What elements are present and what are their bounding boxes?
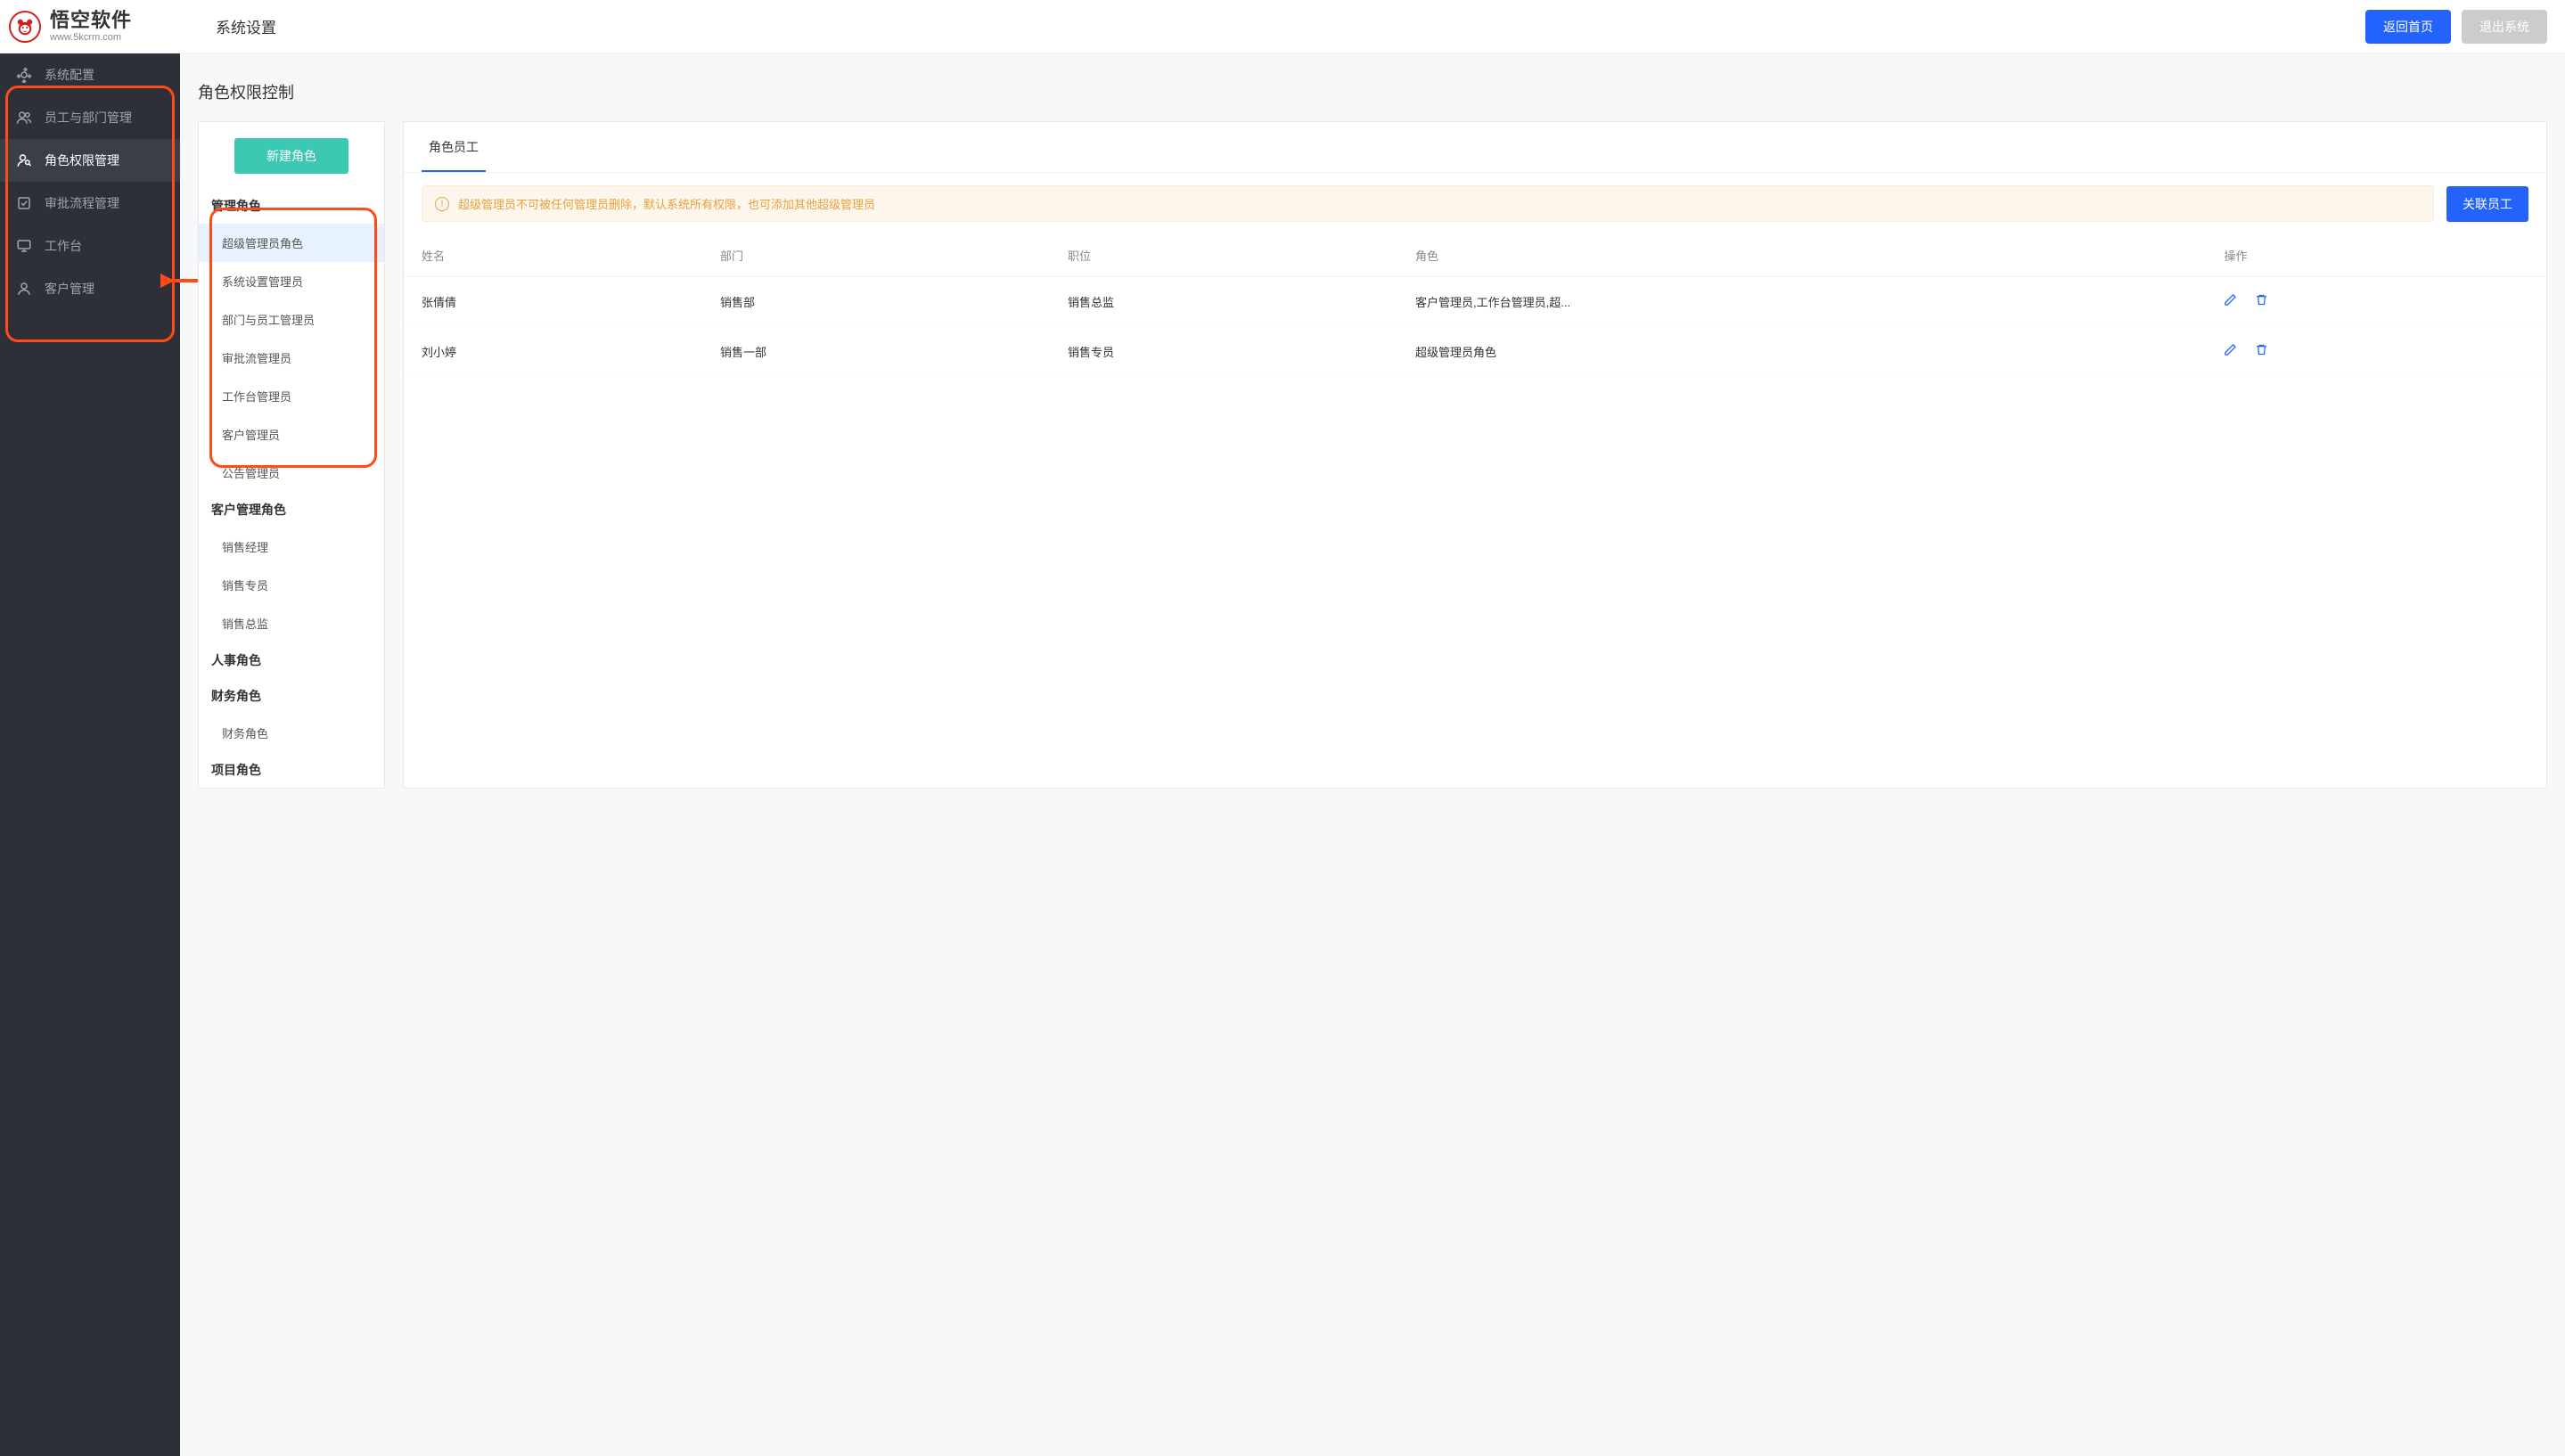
role-item[interactable]: 工作台管理员: [199, 377, 384, 415]
role-group-title: 财务角色: [199, 678, 384, 714]
user-icon: [16, 281, 32, 297]
cell-role: 客户管理员,工作台管理员,超...: [1397, 277, 2206, 327]
new-role-button[interactable]: 新建角色: [234, 138, 348, 174]
sidebar: 系统配置 员工与部门管理 角色权限管理 审批流程管理 工作台: [0, 53, 180, 1456]
user-key-icon: [16, 152, 32, 168]
monkey-icon: [13, 15, 37, 38]
cell-name: 张倩倩: [404, 277, 702, 327]
role-item[interactable]: 超级管理员角色: [199, 224, 384, 262]
cell-dept: 销售一部: [702, 327, 1050, 377]
sidebar-item-approval[interactable]: 审批流程管理: [0, 182, 180, 225]
sidebar-item-label: 客户管理: [45, 280, 94, 298]
role-group-title: 项目角色: [199, 752, 384, 788]
logo-en: www.5kcrm.com: [50, 32, 132, 43]
edit-icon[interactable]: [2224, 345, 2237, 360]
logo-icon: [9, 11, 41, 43]
tab-role-staff[interactable]: 角色员工: [422, 122, 486, 172]
col-dept: 部门: [702, 234, 1050, 277]
role-item[interactable]: 销售总监: [199, 604, 384, 642]
associate-staff-button[interactable]: 关联员工: [2446, 186, 2528, 222]
cell-name: 刘小婷: [404, 327, 702, 377]
role-item[interactable]: 财务角色: [199, 714, 384, 752]
main-content: 角色权限控制 新建角色 管理角色超级管理员角色系统设置管理员部门与员工管理员审批…: [180, 53, 2565, 1456]
gear-icon: [16, 67, 32, 83]
logout-button[interactable]: 退出系统: [2462, 10, 2547, 44]
table-row: 刘小婷销售一部销售专员超级管理员角色: [404, 327, 2546, 377]
sidebar-item-label: 审批流程管理: [45, 194, 119, 212]
role-item[interactable]: 公告管理员: [199, 454, 384, 492]
cell-op: [2206, 327, 2546, 377]
sidebar-item-role-permission[interactable]: 角色权限管理: [0, 139, 180, 182]
header-actions: 返回首页 退出系统: [2365, 10, 2547, 44]
sidebar-item-system-config[interactable]: 系统配置: [0, 53, 180, 96]
role-panel: 新建角色 管理角色超级管理员角色系统设置管理员部门与员工管理员审批流管理员工作台…: [198, 121, 385, 789]
col-op: 操作: [2206, 234, 2546, 277]
col-role: 角色: [1397, 234, 2206, 277]
sidebar-item-label: 员工与部门管理: [45, 109, 132, 127]
logo-cn: 悟空软件: [50, 10, 132, 31]
approval-icon: [16, 195, 32, 211]
sidebar-item-label: 角色权限管理: [45, 151, 119, 169]
cell-position: 销售总监: [1050, 277, 1397, 327]
delete-icon[interactable]: [2255, 345, 2268, 360]
cell-op: [2206, 277, 2546, 327]
table-row: 张倩倩销售部销售总监客户管理员,工作台管理员,超...: [404, 277, 2546, 327]
cell-role: 超级管理员角色: [1397, 327, 2206, 377]
desktop-icon: [16, 238, 32, 254]
role-group-title: 客户管理角色: [199, 492, 384, 528]
header-title: 系统设置: [216, 15, 276, 37]
role-item[interactable]: 客户管理员: [199, 415, 384, 454]
sidebar-item-workspace[interactable]: 工作台: [0, 225, 180, 267]
role-item[interactable]: 销售经理: [199, 528, 384, 566]
delete-icon[interactable]: [2255, 295, 2268, 310]
role-item[interactable]: 系统设置管理员: [199, 262, 384, 300]
page-title: 角色权限控制: [198, 80, 2547, 103]
sidebar-item-customer[interactable]: 客户管理: [0, 267, 180, 310]
col-position: 职位: [1050, 234, 1397, 277]
role-item[interactable]: 销售专员: [199, 566, 384, 604]
role-group-title: 管理角色: [199, 188, 384, 224]
sidebar-item-label: 系统配置: [45, 66, 94, 84]
cell-position: 销售专员: [1050, 327, 1397, 377]
col-name: 姓名: [404, 234, 702, 277]
info-icon: !: [435, 197, 449, 211]
role-group-title: 人事角色: [199, 642, 384, 678]
back-home-button[interactable]: 返回首页: [2365, 10, 2451, 44]
role-item[interactable]: 审批流管理员: [199, 339, 384, 377]
staff-table: 姓名 部门 职位 角色 操作 张倩倩销售部销售总监客户管理员,工作台管理员,超.…: [404, 234, 2546, 377]
role-item[interactable]: 部门与员工管理员: [199, 300, 384, 339]
cell-dept: 销售部: [702, 277, 1050, 327]
tab-bar: 角色员工: [404, 122, 2546, 173]
app-header: 悟空软件 www.5kcrm.com 系统设置 返回首页 退出系统: [0, 0, 2565, 53]
edit-icon[interactable]: [2224, 295, 2237, 310]
sidebar-item-label: 工作台: [45, 237, 82, 255]
alert-banner: ! 超级管理员不可被任何管理员删除，默认系统所有权限，也可添加其他超级管理员: [422, 185, 2434, 222]
users-icon: [16, 110, 32, 126]
logo-block: 悟空软件 www.5kcrm.com: [9, 10, 180, 42]
table-panel: 角色员工 ! 超级管理员不可被任何管理员删除，默认系统所有权限，也可添加其他超级…: [403, 121, 2547, 789]
logo-text: 悟空软件 www.5kcrm.com: [50, 10, 132, 42]
alert-text: 超级管理员不可被任何管理员删除，默认系统所有权限，也可添加其他超级管理员: [458, 195, 875, 212]
sidebar-item-staff-dept[interactable]: 员工与部门管理: [0, 96, 180, 139]
